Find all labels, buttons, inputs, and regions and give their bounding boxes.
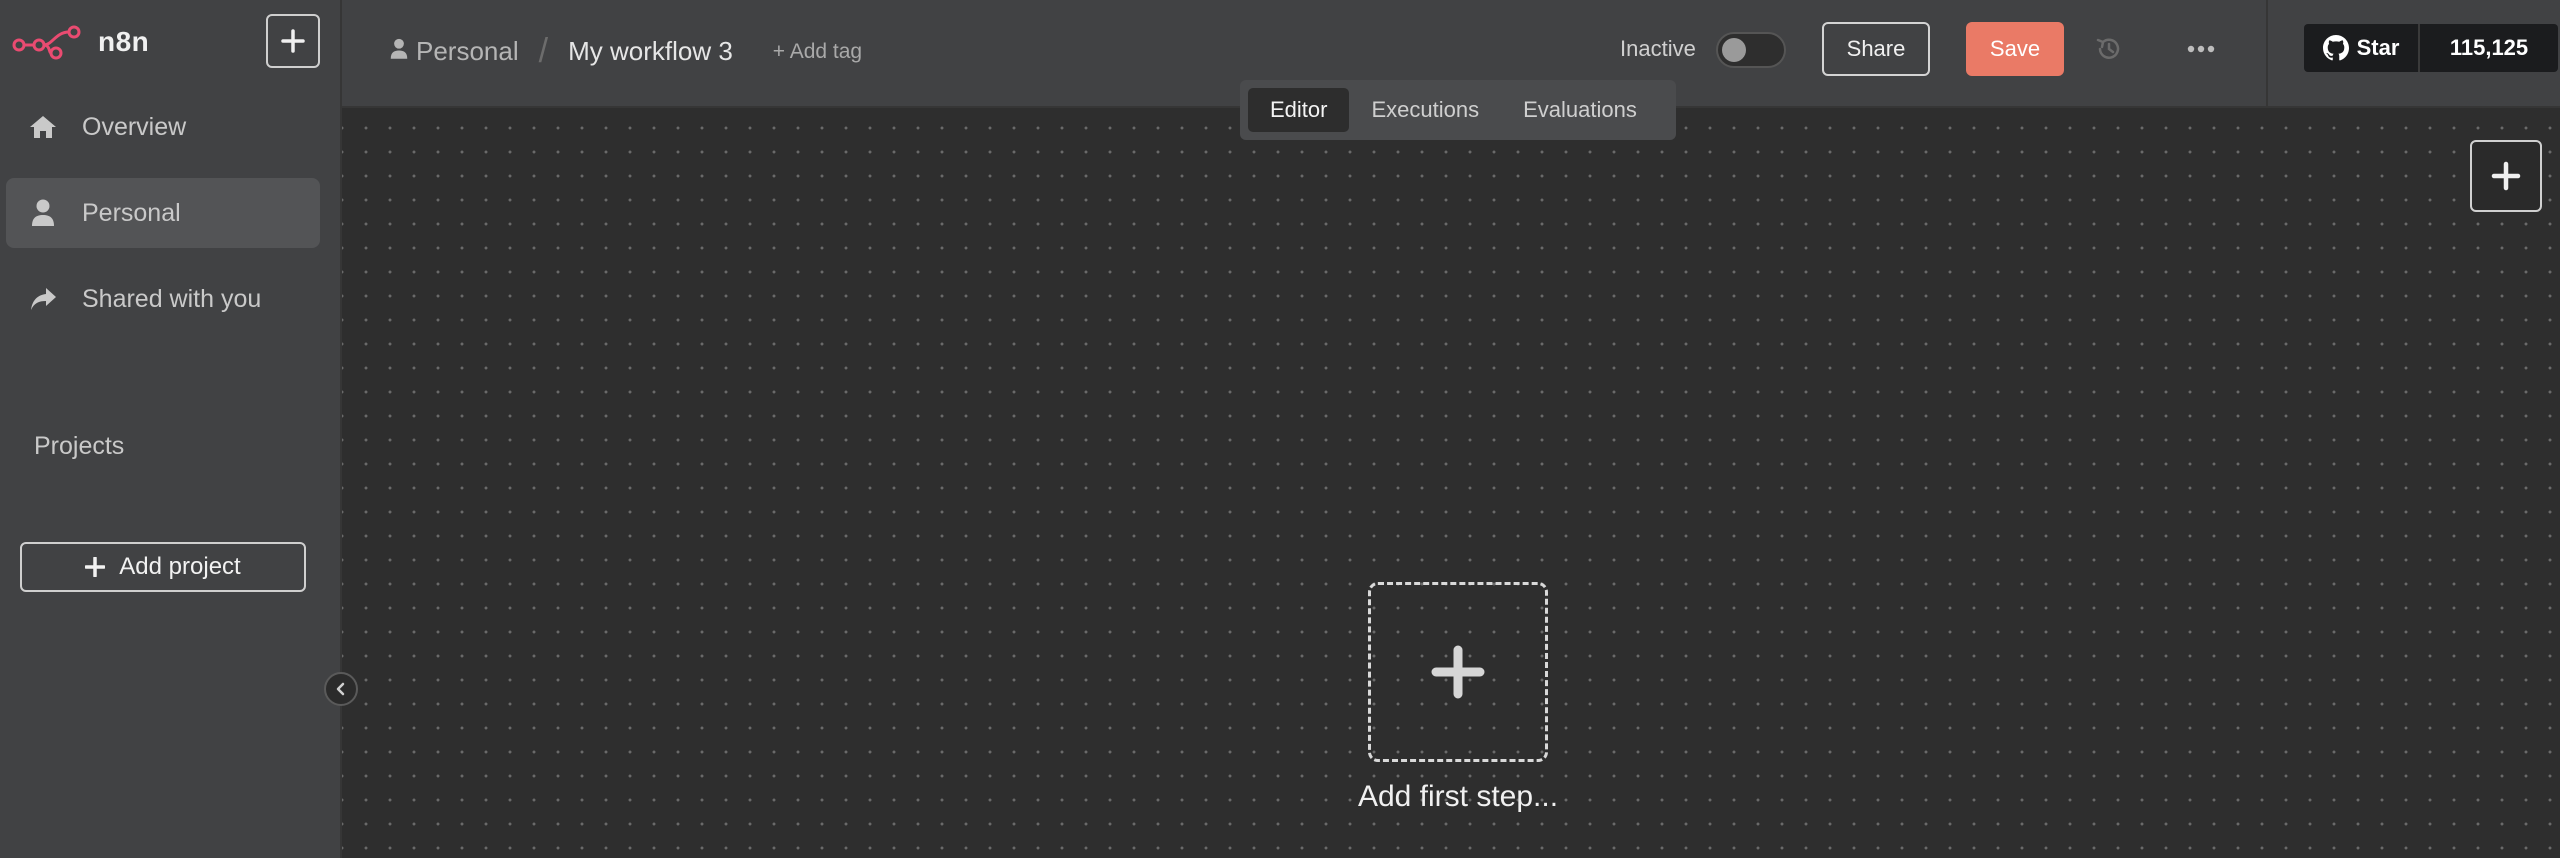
github-star-button[interactable]: Star (2304, 24, 2420, 72)
github-star-widget[interactable]: Star 115,125 (2304, 24, 2558, 72)
share-icon (28, 284, 58, 314)
view-tabs: Editor Executions Evaluations (1240, 80, 1676, 140)
breadcrumb-project[interactable]: Personal (416, 36, 519, 67)
more-options-icon[interactable] (2186, 36, 2216, 67)
app-window: n8n Overview Personal Shared with you Pr… (0, 0, 2560, 858)
activation-status-label: Inactive (1620, 36, 1696, 61)
add-first-step-label: Add first step... (1357, 780, 1559, 813)
share-button[interactable]: Share (1822, 22, 1930, 76)
tab-evaluations[interactable]: Evaluations (1501, 88, 1659, 132)
activation-toggle[interactable] (1716, 32, 1786, 68)
sidebar-item-label: Overview (82, 112, 187, 141)
n8n-logo-icon (12, 25, 81, 60)
plus-icon (85, 557, 106, 577)
sidebar-item-label: Personal (82, 198, 181, 227)
add-tag-button[interactable]: + Add tag (773, 40, 862, 64)
sidebar-item-label: Shared with you (82, 284, 262, 313)
create-new-button[interactable] (266, 14, 320, 68)
breadcrumb: Personal / My workflow 3 + Add tag (390, 32, 862, 71)
add-project-label: Add project (119, 553, 241, 580)
user-icon (390, 36, 408, 67)
github-icon (2322, 35, 2349, 61)
save-button[interactable]: Save (1966, 22, 2064, 76)
add-first-step-button[interactable] (1368, 582, 1548, 762)
projects-heading: Projects (34, 432, 125, 460)
open-nodes-panel-button[interactable] (2470, 140, 2542, 212)
logo[interactable]: n8n (12, 18, 149, 66)
tab-executions[interactable]: Executions (1349, 88, 1501, 132)
plus-icon (1431, 645, 1485, 699)
collapse-sidebar-button[interactable] (324, 672, 358, 706)
tab-editor[interactable]: Editor (1248, 88, 1350, 132)
sidebar: n8n Overview Personal Shared with you Pr… (0, 0, 342, 858)
chevron-left-icon (336, 682, 345, 696)
sidebar-item-overview[interactable]: Overview (6, 92, 320, 162)
user-icon (28, 198, 58, 228)
header-divider (2266, 0, 2268, 108)
sidebar-nav: Overview Personal Shared with you (6, 92, 320, 350)
plus-icon (2491, 161, 2521, 191)
plus-icon (281, 29, 305, 53)
logo-text: n8n (98, 26, 150, 57)
history-icon[interactable] (2094, 34, 2124, 69)
home-icon (28, 112, 58, 142)
github-star-count[interactable]: 115,125 (2420, 24, 2558, 72)
add-project-button[interactable]: Add project (20, 542, 306, 592)
github-star-label: Star (2356, 35, 2400, 60)
sidebar-item-personal[interactable]: Personal (6, 178, 320, 248)
workflow-name[interactable]: My workflow 3 (568, 36, 733, 67)
sidebar-item-shared[interactable]: Shared with you (6, 264, 320, 334)
toggle-knob (1722, 38, 1746, 62)
breadcrumb-separator: / (538, 32, 549, 70)
